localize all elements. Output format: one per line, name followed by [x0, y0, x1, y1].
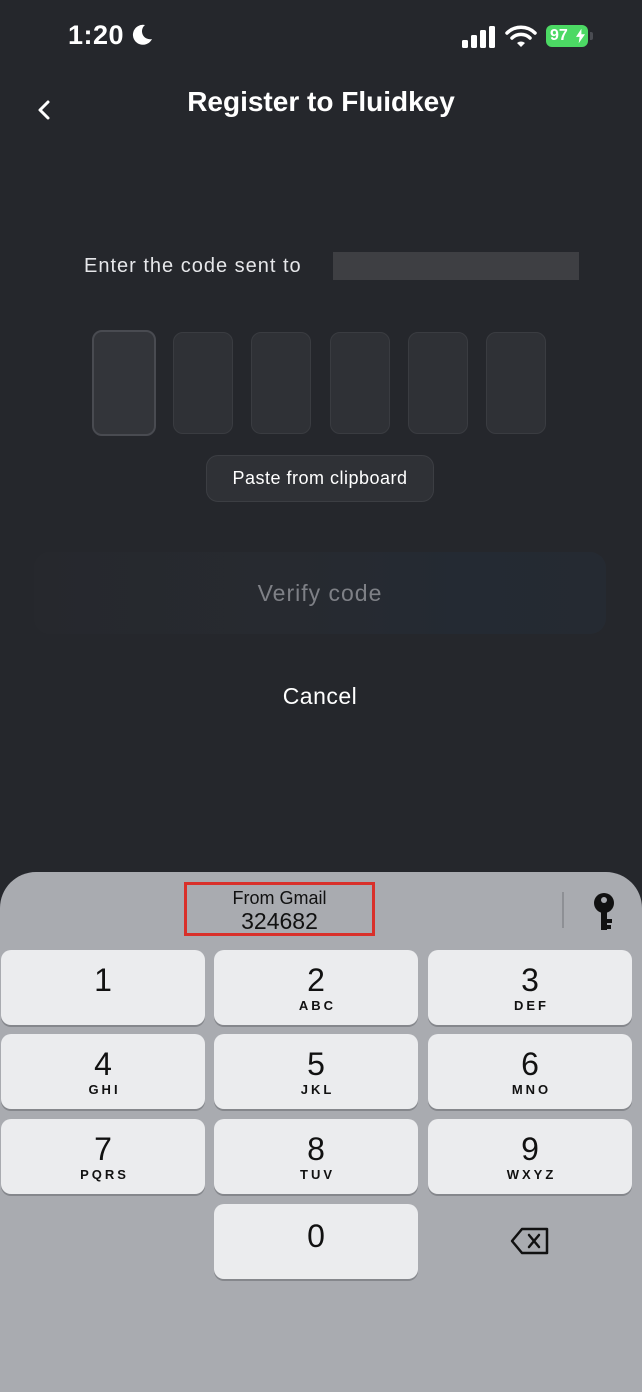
- code-digit-input-3[interactable]: [251, 332, 311, 434]
- key-digit: 1: [94, 962, 112, 998]
- wifi-icon: [505, 25, 537, 47]
- paste-from-clipboard-button[interactable]: Paste from clipboard: [206, 455, 434, 502]
- numeric-keyboard: From Gmail 324682 1 2 ABC 3 DEF 4 GHI 5 …: [0, 872, 642, 1392]
- key-letters: PQRS: [80, 1167, 129, 1182]
- verify-code-button[interactable]: Verify code: [34, 552, 606, 634]
- key-digit: 9: [521, 1131, 539, 1167]
- redacted-email: [333, 252, 579, 280]
- battery-level: 97: [550, 27, 568, 44]
- register-screen: 1:20 97 Register to Fluidkey Enter the c…: [0, 0, 642, 1392]
- key-2[interactable]: 2 ABC: [214, 950, 418, 1025]
- key-9[interactable]: 9 WXYZ: [428, 1119, 632, 1194]
- key-letters: WXYZ: [506, 1167, 557, 1182]
- key-1[interactable]: 1: [1, 950, 205, 1025]
- otp-suggestion-source: From Gmail: [232, 888, 327, 908]
- key-7[interactable]: 7 PQRS: [1, 1119, 205, 1194]
- key-digit: 6: [521, 1046, 539, 1082]
- key-4[interactable]: 4 GHI: [1, 1034, 205, 1109]
- page-title: Register to Fluidkey: [187, 86, 455, 117]
- key-digit: 0: [307, 1218, 325, 1254]
- key-letters: MNO: [511, 1082, 552, 1097]
- key-letters: DEF: [514, 998, 549, 1013]
- suggestion-divider: [562, 892, 564, 928]
- delete-key[interactable]: [428, 1204, 632, 1279]
- key-5[interactable]: 5 JKL: [214, 1034, 418, 1109]
- battery-cap: [590, 32, 593, 40]
- code-digit-input-1[interactable]: [92, 330, 156, 436]
- key-icon[interactable]: [590, 892, 618, 932]
- charging-bolt-icon: [576, 28, 585, 44]
- key-letters: JKL: [300, 1082, 335, 1097]
- code-digit-input-2[interactable]: [173, 332, 233, 434]
- cancel-button[interactable]: Cancel: [220, 676, 420, 716]
- key-6[interactable]: 6 MNO: [428, 1034, 632, 1109]
- moon-icon: [132, 24, 152, 45]
- key-letters: GHI: [88, 1082, 121, 1097]
- key-letters: ABC: [298, 998, 337, 1013]
- key-digit: 4: [94, 1046, 112, 1082]
- delete-backspace-icon: [510, 1227, 549, 1255]
- code-input-group: [92, 330, 548, 436]
- cellular-signal-icon: [462, 26, 495, 48]
- key-digit: 5: [307, 1046, 325, 1082]
- battery-icon: 97: [546, 25, 588, 47]
- status-time: 1:20: [68, 20, 125, 50]
- key-digit: 8: [307, 1131, 325, 1167]
- code-prompt: Enter the code sent to: [84, 252, 302, 280]
- status-bar: 1:20 97: [0, 0, 642, 72]
- key-digit: 2: [307, 962, 325, 998]
- key-letters: TUV: [300, 1167, 335, 1182]
- key-digit: 7: [94, 1131, 112, 1167]
- key-3[interactable]: 3 DEF: [428, 950, 632, 1025]
- code-digit-input-6[interactable]: [486, 332, 546, 434]
- key-0[interactable]: 0: [214, 1204, 418, 1279]
- code-prompt-text: Enter the code sent to: [84, 254, 302, 277]
- otp-suggestion[interactable]: From Gmail 324682: [184, 882, 375, 936]
- code-digit-input-5[interactable]: [408, 332, 468, 434]
- otp-suggestion-code: 324682: [241, 908, 318, 934]
- code-digit-input-4[interactable]: [330, 332, 390, 434]
- key-8[interactable]: 8 TUV: [214, 1119, 418, 1194]
- key-digit: 3: [521, 962, 539, 998]
